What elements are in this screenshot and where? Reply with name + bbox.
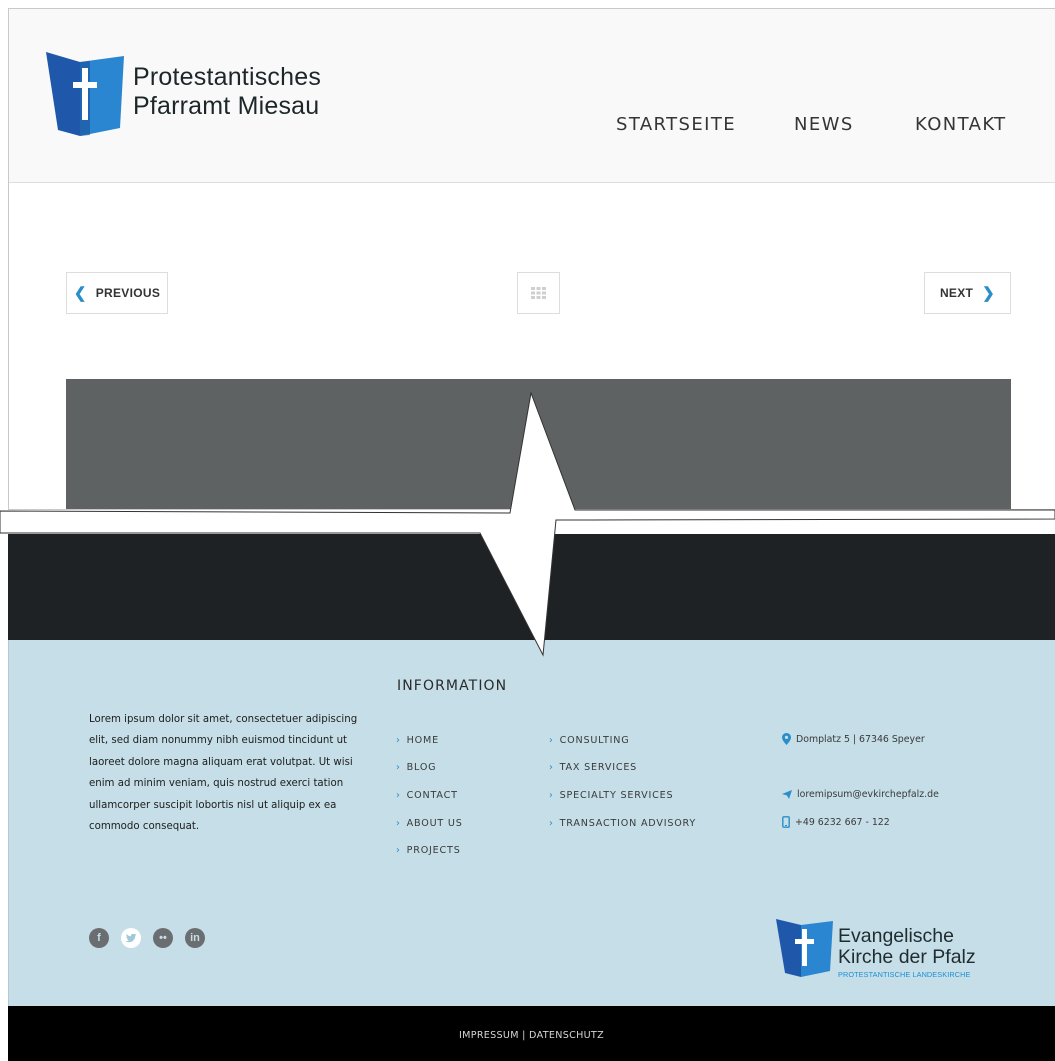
footer-link-label: BLOG	[406, 762, 437, 773]
chevron-right-icon: ›	[396, 762, 401, 773]
site-title-line2[interactable]: Pfarramt Miesau	[133, 92, 319, 121]
footer-link-transaction-advisory[interactable]: › TRANSACTION ADVISORY	[549, 818, 696, 829]
contact-phone-text[interactable]: +49 6232 667 - 122	[795, 817, 890, 828]
partner-name-line2: Kirche der Pfalz	[838, 946, 976, 968]
footer-link-specialty-services[interactable]: › SPECIALTY SERVICES	[549, 790, 673, 801]
flickr-icon[interactable]: ••	[153, 928, 173, 948]
twitter-icon[interactable]	[121, 928, 141, 948]
footer-link-label: SPECIALTY SERVICES	[559, 790, 674, 801]
chevron-right-icon: ›	[549, 818, 554, 829]
nav-item-startseite[interactable]: STARTSEITE	[616, 114, 736, 135]
chevron-right-icon: ❯	[982, 285, 996, 302]
featured-image-placeholder	[66, 379, 1011, 509]
footer-link-tax-services[interactable]: › TAX SERVICES	[549, 762, 637, 773]
footer-legal-links[interactable]: IMPRESSUM | DATENSCHUTZ	[8, 1030, 1055, 1041]
chevron-right-icon: ›	[396, 790, 401, 801]
chevron-right-icon: ›	[396, 818, 401, 829]
next-button[interactable]: NEXT ❯	[924, 272, 1011, 314]
linkedin-icon[interactable]: in	[185, 928, 205, 948]
previous-button[interactable]: ❮ PREVIOUS	[66, 272, 168, 314]
contact-address: Domplatz 5 | 67346 Speyer	[782, 733, 925, 745]
partner-subline: PROTESTANTISCHE LANDESKIRCHE	[838, 970, 971, 979]
chevron-right-icon: ›	[396, 845, 401, 856]
paper-plane-icon	[782, 790, 792, 799]
footer-link-blog[interactable]: › BLOG	[396, 762, 436, 773]
next-button-label: NEXT	[939, 286, 974, 300]
mobile-phone-icon	[782, 816, 790, 828]
footer-link-label: PROJECTS	[406, 845, 461, 856]
footer-link-label: TRANSACTION ADVISORY	[559, 818, 697, 829]
footer-link-projects[interactable]: › PROJECTS	[396, 845, 461, 856]
contact-email-text[interactable]: loremipsum@evkirchepfalz.de	[797, 789, 939, 800]
footer-info-title: INFORMATION	[397, 678, 508, 694]
chevron-right-icon: ›	[396, 735, 401, 746]
footer-link-consulting[interactable]: › CONSULTING	[549, 735, 630, 746]
footer-link-label: ABOUT US	[406, 818, 463, 829]
footer-link-home[interactable]: › HOME	[396, 735, 439, 746]
grid-icon	[531, 287, 546, 299]
partner-name-line1: Evangelische	[838, 925, 954, 947]
footer-description: Lorem ipsum dolor sit amet, consectetuer…	[89, 714, 358, 833]
previous-button-label: PREVIOUS	[95, 286, 161, 300]
footer-link-label: HOME	[406, 735, 439, 746]
contact-address-text: Domplatz 5 | 67346 Speyer	[796, 733, 925, 745]
twitter-bird-icon	[125, 933, 137, 942]
nav-item-news[interactable]: NEWS	[794, 114, 854, 135]
facebook-icon[interactable]: f	[89, 928, 109, 948]
chevron-right-icon: ›	[549, 735, 554, 746]
church-logo-icon[interactable]	[46, 50, 126, 140]
page-top-fragment: Protestantisches Pfarramt Miesau STARTSE…	[8, 8, 1055, 510]
footer-link-label: CONSULTING	[559, 735, 630, 746]
footer-link-about-us[interactable]: › ABOUT US	[396, 818, 463, 829]
site-title-line1[interactable]: Protestantisches	[133, 63, 321, 92]
footer-link-label: CONTACT	[406, 790, 458, 801]
dark-content-band	[8, 534, 1055, 640]
nav-item-kontakt[interactable]: KONTAKT	[915, 114, 1007, 135]
contact-email[interactable]: loremipsum@evkirchepfalz.de	[782, 789, 939, 800]
footer-link-label: TAX SERVICES	[559, 762, 638, 773]
contact-phone[interactable]: +49 6232 667 - 122	[782, 816, 890, 828]
ekp-logo-icon[interactable]	[776, 917, 834, 979]
map-pin-icon	[782, 733, 791, 745]
footer-link-contact[interactable]: › CONTACT	[396, 790, 458, 801]
chevron-left-icon: ❮	[73, 285, 87, 302]
site-header: Protestantisches Pfarramt Miesau STARTSE…	[9, 9, 1055, 183]
grid-view-button[interactable]	[517, 272, 560, 314]
chevron-right-icon: ›	[549, 790, 554, 801]
chevron-right-icon: ›	[549, 762, 554, 773]
